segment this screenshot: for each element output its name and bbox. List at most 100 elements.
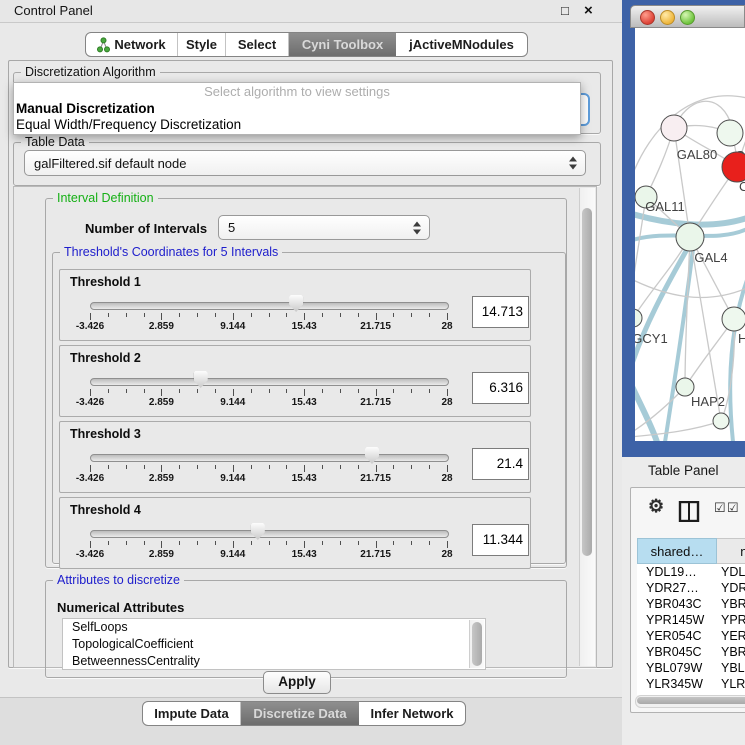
scrollbar-thumb[interactable] [472, 622, 482, 666]
cell-name: YBR0 [717, 644, 745, 660]
scrollbar-thumb[interactable] [582, 208, 592, 556]
checkbox-icon[interactable]: ☑ [714, 500, 726, 516]
table-row[interactable]: YDL19…YDL1 [637, 564, 745, 580]
threshold-value-field[interactable]: 11.344 [472, 524, 529, 556]
tick-mark [304, 465, 305, 472]
scale-label: 28 [422, 321, 472, 332]
apply-button[interactable]: Apply [263, 671, 331, 694]
node-table-rows[interactable]: YDL19…YDL1YDR27…YDR2YBR043CYBR0YPR145WYP… [637, 564, 745, 695]
scale-label: 2.859 [136, 473, 186, 484]
zoom-traffic-light-icon[interactable] [680, 10, 695, 25]
table-row[interactable]: YLR345WYLR3 [637, 676, 745, 692]
network-view-canvas[interactable]: GAL80GACGAL11GAL4GCY1HHAP2 [635, 28, 745, 441]
network-node[interactable] [713, 413, 729, 429]
attribute-list-item[interactable]: SelfLoops [63, 619, 485, 636]
tick-mark [126, 389, 127, 393]
numerical-attributes-list[interactable]: SelfLoopsTopologicalCoefficientBetweenne… [62, 618, 486, 670]
threshold-slider-track[interactable] [90, 378, 449, 386]
tick-mark [286, 541, 287, 545]
checkbox-icon[interactable]: ☑ [727, 500, 739, 516]
tab-jactivemnodules[interactable]: jActiveMNodules [396, 33, 527, 56]
tab-network[interactable]: Network [86, 33, 178, 56]
cell-shared-name: YER054C [637, 628, 717, 644]
scale-label: 21.715 [351, 549, 401, 560]
tick-mark [411, 313, 412, 317]
interval-definition-label: Interval Definition [53, 191, 158, 206]
gear-icon[interactable]: ⚙ [648, 496, 664, 517]
network-node-c[interactable] [722, 152, 745, 182]
table-row[interactable]: YBR043CYBR0 [637, 596, 745, 612]
threshold-slider-track[interactable] [90, 530, 449, 538]
tab-select[interactable]: Select [226, 33, 289, 56]
algorithm-placeholder-option[interactable]: Select algorithm to view settings [14, 83, 580, 101]
table-row[interactable]: YDR27…YDR2 [637, 580, 745, 596]
node-label: HAP2 [691, 394, 725, 409]
list-scrollbar[interactable] [469, 620, 484, 668]
float-window-icon[interactable]: □ [561, 0, 569, 22]
threshold-value-field[interactable]: 14.713 [472, 296, 529, 328]
scale-label: 28 [422, 473, 472, 484]
vertical-scrollbar[interactable] [579, 188, 595, 666]
tick-mark [215, 541, 216, 545]
threshold-slider-track[interactable] [90, 454, 449, 462]
network-node-gal80[interactable] [661, 115, 687, 141]
table-data-select[interactable]: galFiltered.sif default node [24, 150, 586, 176]
column-header-name[interactable]: na [717, 538, 745, 564]
split-column-icon[interactable] [678, 501, 700, 527]
table-row[interactable]: YER054CYER0 [637, 628, 745, 644]
attribute-list-item[interactable]: TopologicalCoefficient [63, 636, 485, 653]
tick-mark [447, 465, 448, 472]
close-window-icon[interactable]: × [584, 0, 593, 22]
tab-infer-network[interactable]: Infer Network [359, 702, 465, 725]
attribute-list-item[interactable]: BetweennessCentrality [63, 653, 485, 670]
tick-mark [411, 465, 412, 469]
scale-label: -3.426 [65, 397, 115, 408]
tab-discretize-data[interactable]: Discretize Data [241, 702, 359, 725]
tab-cyni-toolbox[interactable]: Cyni Toolbox [289, 33, 396, 56]
tick-mark [126, 465, 127, 469]
network-node-ga[interactable] [717, 120, 743, 146]
tick-mark [108, 389, 109, 393]
tick-mark [376, 313, 377, 320]
tab-label: Network [114, 37, 165, 52]
threshold-value-field[interactable]: 6.316 [472, 372, 529, 404]
tick-mark [376, 389, 377, 396]
table-panel-section: Table Panel ⚙ ☑ ☑ shared… na YDL19…YDL1Y… [622, 457, 745, 745]
scale-label: 28 [422, 549, 472, 560]
column-header-shared-name[interactable]: shared… [637, 538, 717, 564]
tick-mark [179, 541, 180, 545]
tick-mark [393, 465, 394, 469]
close-traffic-light-icon[interactable] [640, 10, 655, 25]
scrollbar-thumb[interactable] [637, 697, 745, 704]
horizontal-scrollbar[interactable] [635, 695, 745, 708]
network-node-h[interactable] [722, 307, 745, 331]
tick-mark [322, 541, 323, 545]
network-window-titlebar[interactable] [630, 5, 745, 28]
threshold-slider-track[interactable] [90, 302, 449, 310]
tick-mark [358, 389, 359, 393]
tick-mark [144, 465, 145, 469]
network-node-gcy1[interactable] [635, 309, 642, 327]
table-row[interactable]: YPR145WYPR1 [637, 612, 745, 628]
cell-shared-name: YBR043C [637, 596, 717, 612]
tick-mark [447, 541, 448, 548]
algorithm-option-manual[interactable]: Manual Discretization [14, 101, 580, 117]
table-row[interactable]: YBL079WYBL0 [637, 660, 745, 676]
threshold-value-field[interactable]: 21.4 [472, 448, 529, 480]
scale-label: -3.426 [65, 321, 115, 332]
algorithm-option-equal-width[interactable]: Equal Width/Frequency Discretization [14, 117, 580, 133]
threshold-label: Threshold 1 [70, 275, 141, 289]
node-label: GAL4 [694, 250, 727, 265]
scale-label: 15.43 [279, 473, 329, 484]
tab-impute-data[interactable]: Impute Data [143, 702, 241, 725]
network-node-gal4[interactable] [676, 223, 704, 251]
num-intervals-select[interactable]: 5 [218, 215, 430, 240]
table-row[interactable]: YBR045CYBR0 [637, 644, 745, 660]
tick-mark [269, 465, 270, 469]
minimize-traffic-light-icon[interactable] [660, 10, 675, 25]
tick-mark [215, 389, 216, 393]
tick-mark [233, 389, 234, 396]
table-panel-box: ⚙ ☑ ☑ shared… na YDL19…YDL1YDR27…YDR2YBR… [630, 487, 745, 713]
tick-mark [429, 389, 430, 393]
tab-style[interactable]: Style [178, 33, 226, 56]
